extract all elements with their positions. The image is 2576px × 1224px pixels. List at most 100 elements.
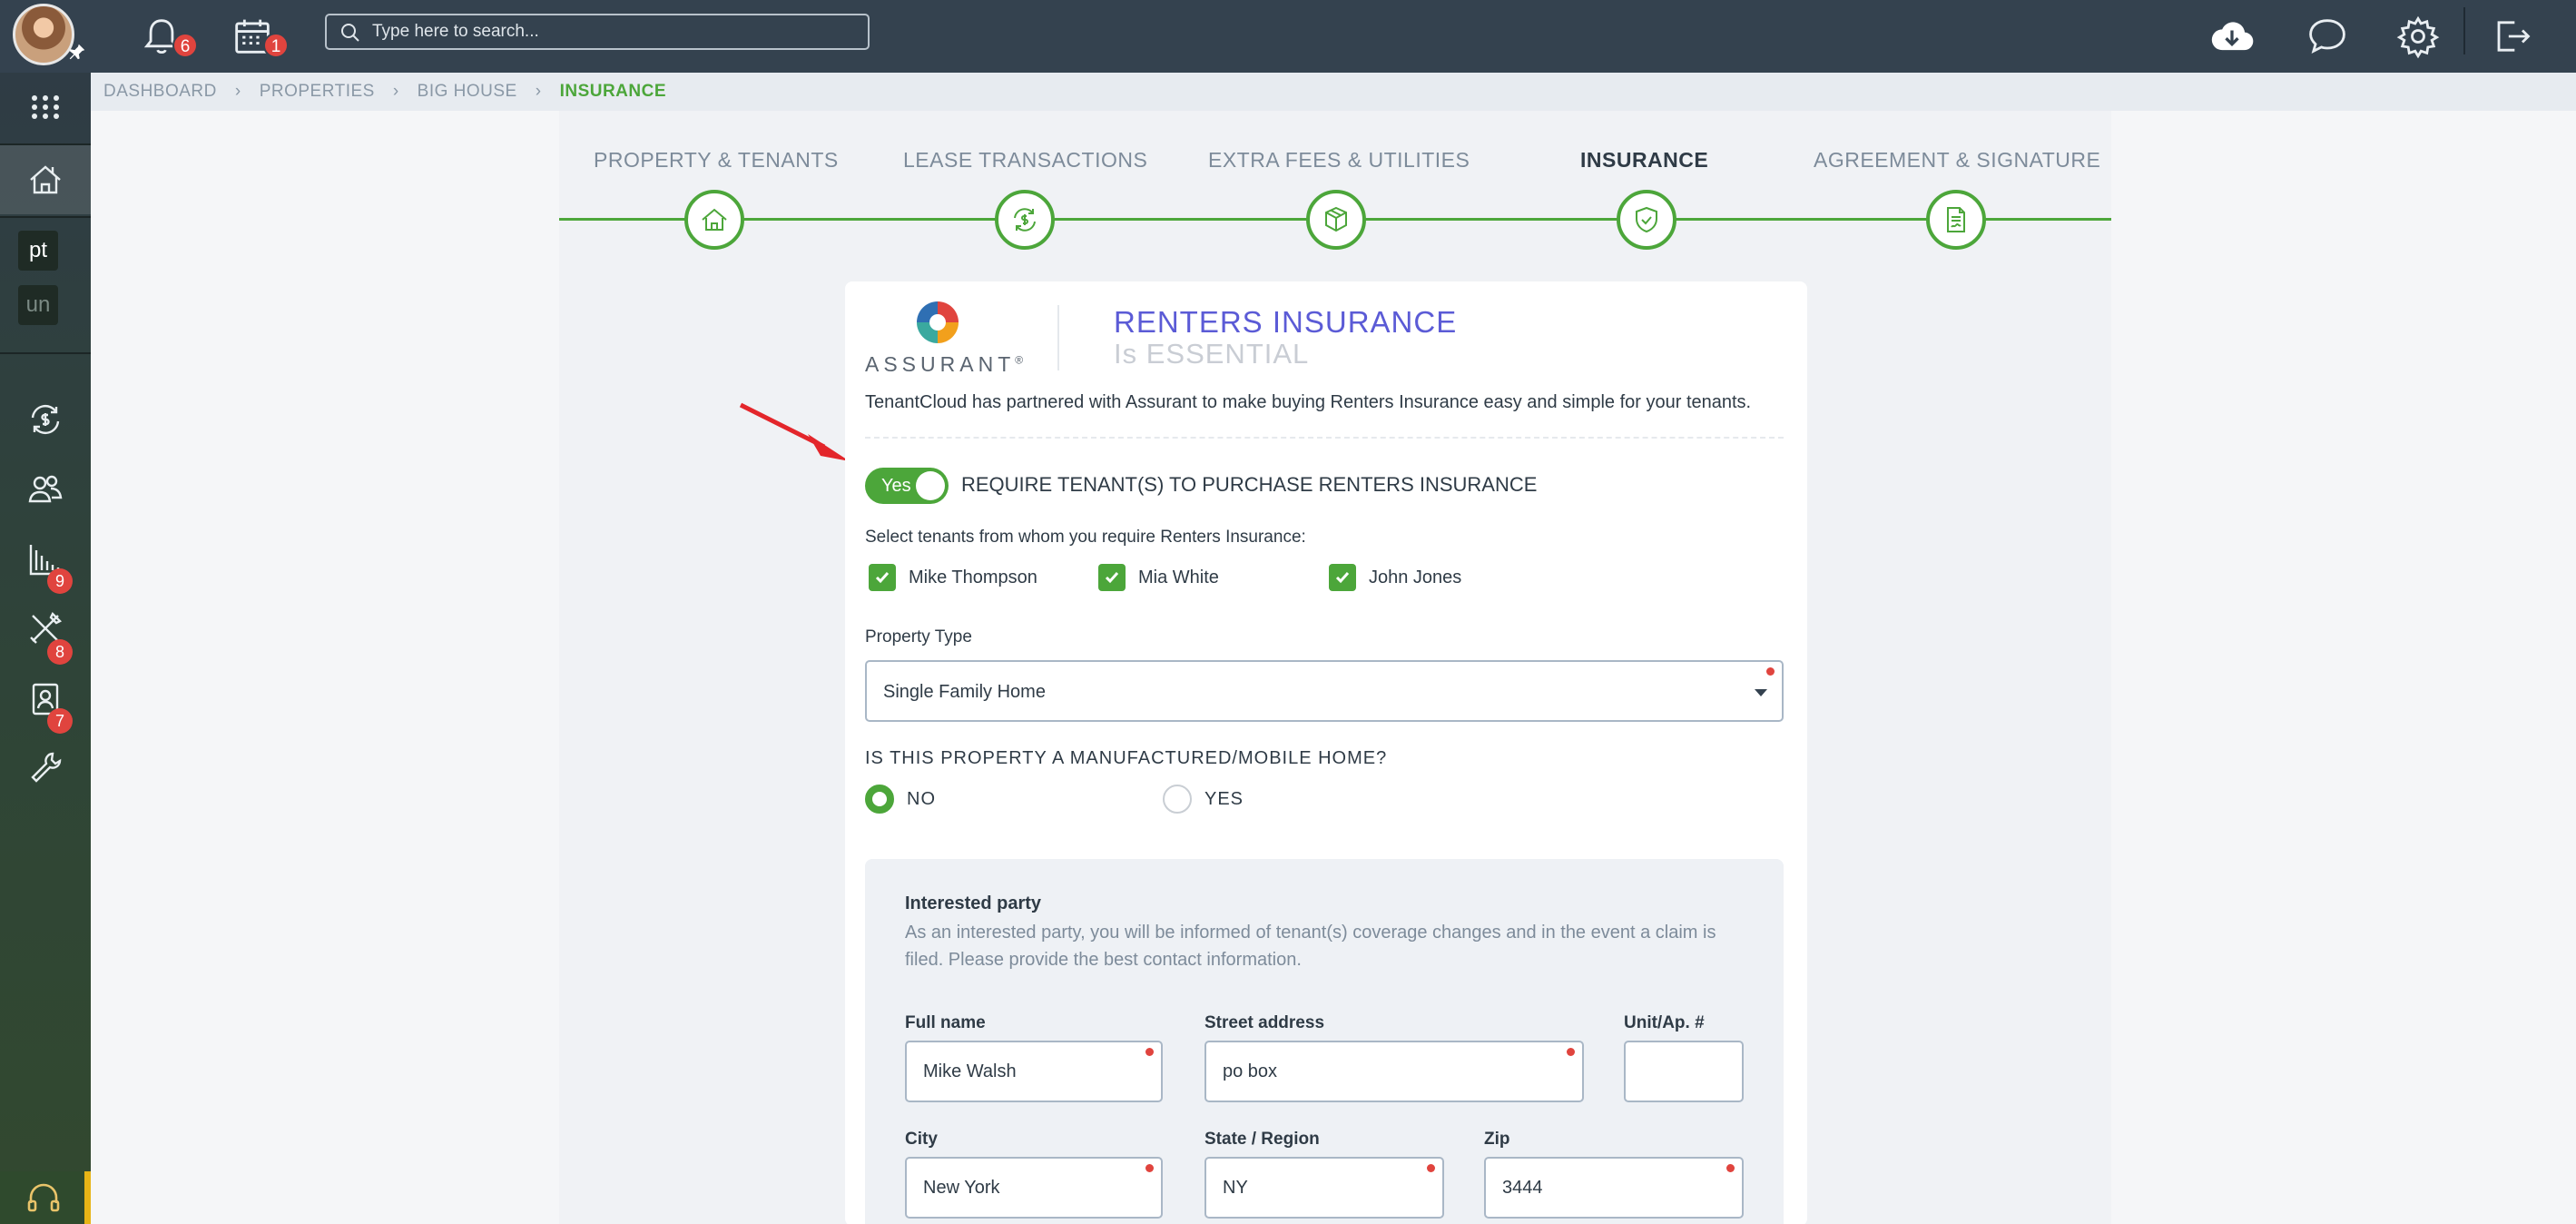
mobile-home-question: IS THIS PROPERTY A MANUFACTURED/MOBILE H… — [865, 748, 1388, 768]
unit-label: Unit/Ap. # — [1624, 1013, 1705, 1032]
help-button[interactable] — [0, 1171, 87, 1224]
checkbox-checked-icon[interactable] — [1098, 564, 1126, 591]
breadcrumb: DASHBOARD › PROPERTIES › BIG HOUSE › INS… — [91, 73, 2576, 111]
gear-icon[interactable] — [2394, 13, 2442, 60]
cloud-download-icon[interactable] — [2206, 13, 2258, 60]
full-name-label: Full name — [905, 1013, 986, 1032]
interested-party-section: Interested party As an interested party,… — [865, 859, 1784, 1224]
sidebar-tag-pt[interactable]: pt — [18, 231, 58, 271]
assurant-logo-text: ASSURANT — [865, 352, 1016, 376]
tenant-checkbox-mia-white[interactable]: Mia White — [1098, 562, 1219, 593]
money-cycle-icon — [1014, 208, 1036, 232]
help-accent — [84, 1171, 91, 1224]
radio-label: NO — [907, 788, 936, 809]
sidebar-item-contacts[interactable] — [0, 665, 91, 734]
tenant-name: John Jones — [1369, 567, 1462, 587]
insurance-card: ASSURANT® RENTERS INSURANCE Is ESSENTIAL… — [845, 281, 1807, 1224]
sidebar-divider — [0, 216, 91, 218]
sidebar-item-people[interactable] — [0, 454, 91, 523]
tenant-checkbox-mike-thompson[interactable]: Mike Thompson — [869, 562, 1037, 593]
tenant-name: Mike Thompson — [909, 567, 1037, 587]
tab-property-tenants[interactable]: PROPERTY & TENANTS — [594, 148, 839, 173]
logout-icon[interactable] — [2487, 13, 2534, 60]
street-address-label: Street address — [1204, 1013, 1325, 1032]
zip-field[interactable] — [1484, 1157, 1744, 1219]
chevron-right-icon: › — [535, 82, 542, 101]
unit-field[interactable] — [1624, 1041, 1744, 1102]
sidebar-item-tools[interactable] — [0, 734, 91, 803]
dashed-divider — [865, 437, 1784, 439]
tab-agreement-signature[interactable]: AGREEMENT & SIGNATURE — [1814, 148, 2100, 173]
property-type-select[interactable]: Single Family Home — [865, 660, 1784, 722]
city-field[interactable] — [905, 1157, 1163, 1219]
sidebar-item-transactions[interactable] — [0, 385, 91, 454]
state-field[interactable] — [1204, 1157, 1444, 1219]
breadcrumb-insurance: INSURANCE — [559, 82, 667, 101]
step-lease-transactions[interactable] — [995, 190, 1055, 250]
full-name-field[interactable] — [905, 1041, 1163, 1102]
radio-empty-icon[interactable] — [1163, 785, 1192, 814]
top-bar: 6 1 — [0, 0, 2576, 73]
radio-mobile-yes[interactable]: YES — [1163, 784, 1244, 814]
house-icon — [30, 165, 61, 194]
tab-lease-transactions[interactable]: LEASE TRANSACTIONS — [903, 148, 1147, 173]
sidebar-item-maintenance[interactable] — [0, 594, 91, 663]
city-label: City — [905, 1130, 938, 1149]
chevron-right-icon: › — [392, 82, 399, 101]
interested-party-title: Interested party — [905, 893, 1042, 913]
user-avatar[interactable] — [13, 4, 74, 65]
step-property-tenants[interactable] — [684, 190, 744, 250]
step-insurance[interactable] — [1617, 190, 1676, 250]
box-icon — [1325, 206, 1347, 232]
notifications-badge: 6 — [172, 33, 198, 58]
radio-selected-icon[interactable] — [865, 785, 894, 814]
street-address-input[interactable] — [1208, 1044, 1580, 1099]
sidebar-item-reports[interactable] — [0, 525, 91, 594]
sidebar-item-apps[interactable] — [0, 73, 91, 142]
partner-text: TenantCloud has partnered with Assurant … — [865, 392, 1752, 412]
breadcrumb-big-house[interactable]: BIG HOUSE — [418, 82, 517, 102]
insurance-subtitle: Is ESSENTIAL — [1114, 338, 1310, 370]
unit-input[interactable] — [1627, 1044, 1740, 1099]
tab-insurance[interactable]: INSURANCE — [1580, 148, 1708, 173]
search-box[interactable] — [325, 14, 870, 50]
apps-grid-icon — [32, 95, 59, 119]
require-insurance-label: REQUIRE TENANT(S) TO PURCHASE RENTERS IN… — [961, 473, 1538, 496]
search-input[interactable] — [372, 17, 853, 46]
document-icon — [1947, 207, 1965, 232]
required-indicator — [1145, 1164, 1154, 1172]
tenant-checkbox-john-jones[interactable]: John Jones — [1329, 562, 1461, 593]
toggle-knob — [916, 471, 945, 500]
money-cycle-icon — [31, 404, 60, 435]
pin-icon[interactable] — [67, 42, 87, 62]
full-name-input[interactable] — [909, 1044, 1159, 1099]
step-extra-fees-utilities[interactable] — [1306, 190, 1366, 250]
maintenance-badge: 9 — [47, 568, 73, 594]
search-icon — [339, 22, 361, 44]
topbar-divider — [2463, 7, 2465, 54]
chat-icon[interactable] — [2304, 13, 2351, 60]
step-agreement-signature[interactable] — [1926, 190, 1986, 250]
zip-input[interactable] — [1488, 1160, 1740, 1215]
select-tenants-label: Select tenants from whom you require Ren… — [865, 528, 1306, 547]
state-input[interactable] — [1208, 1160, 1440, 1215]
users-icon — [28, 475, 63, 503]
city-input[interactable] — [909, 1160, 1159, 1215]
sidebar-tag-un[interactable]: un — [18, 285, 58, 325]
caret-down-icon — [1755, 689, 1767, 696]
radio-mobile-no[interactable]: NO — [865, 784, 936, 814]
tab-extra-fees-utilities[interactable]: EXTRA FEES & UTILITIES — [1208, 148, 1470, 173]
property-type-label: Property Type — [865, 627, 972, 647]
logo-divider — [1057, 305, 1059, 370]
toggle-label: Yes — [881, 476, 911, 496]
checkbox-checked-icon[interactable] — [1329, 564, 1356, 591]
sidebar-item-properties[interactable] — [0, 145, 91, 214]
breadcrumb-dashboard[interactable]: DASHBOARD — [103, 82, 217, 102]
breadcrumb-properties[interactable]: PROPERTIES — [260, 82, 375, 102]
sidebar-divider — [0, 352, 91, 354]
zip-label: Zip — [1484, 1130, 1510, 1149]
street-address-field[interactable] — [1204, 1041, 1584, 1102]
checkbox-checked-icon[interactable] — [869, 564, 896, 591]
assurant-logo: ASSURANT® — [865, 301, 1023, 380]
require-insurance-toggle[interactable]: Yes — [865, 468, 949, 504]
